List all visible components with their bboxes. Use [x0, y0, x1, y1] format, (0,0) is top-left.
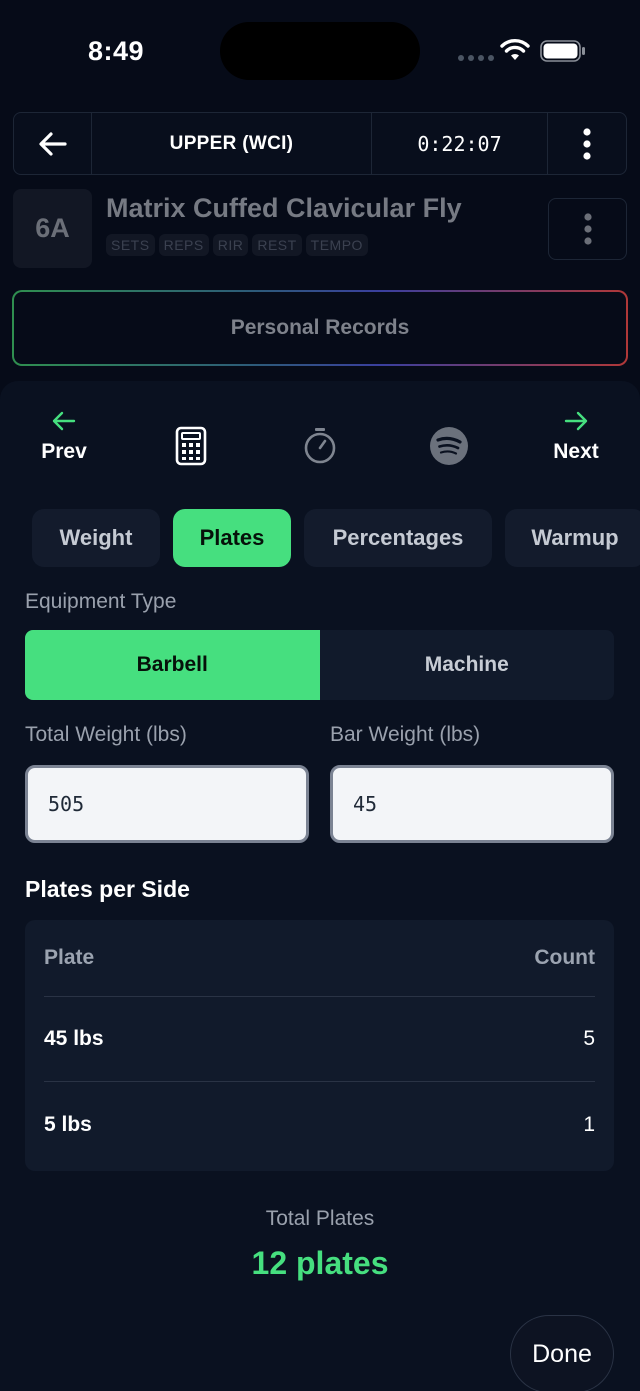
tag-rest: REST [252, 234, 302, 256]
workout-title: UPPER (WCI) [92, 113, 372, 174]
workout-header: UPPER (WCI) 0:22:07 [13, 112, 627, 175]
bar-weight-input[interactable] [330, 765, 614, 843]
exercise-badge: 6A [13, 189, 92, 268]
table-row: 5 lbs 1 [44, 1082, 595, 1167]
column-header-plate: Plate [44, 946, 95, 969]
prev-label: Prev [41, 440, 87, 463]
plate-count: 1 [583, 1112, 595, 1136]
workout-timer: 0:22:07 [372, 113, 548, 174]
exercise-name: Matrix Cuffed Clavicular Fly [106, 193, 462, 223]
total-plates-value: 12 plates [251, 1245, 389, 1281]
equipment-type-selector: Barbell Machine [25, 630, 614, 700]
plates-per-side-title: Plates per Side [25, 876, 190, 902]
table-header: Plate Count [44, 920, 595, 997]
tag-rir: RIR [212, 234, 249, 256]
equipment-option-machine[interactable]: Machine [320, 630, 615, 700]
arrow-left-icon [52, 411, 76, 431]
cellular-signal-icon [458, 55, 494, 61]
plate-weight: 5 lbs [44, 1112, 92, 1136]
more-vertical-icon [583, 213, 592, 245]
next-label: Next [553, 440, 599, 463]
more-vertical-icon [583, 127, 591, 160]
total-weight-input[interactable] [25, 765, 309, 843]
stopwatch-icon[interactable] [303, 427, 337, 465]
arrow-right-icon [564, 411, 588, 431]
bar-weight-label: Bar Weight (lbs) [330, 723, 481, 746]
status-bar: 8:49 [0, 0, 640, 100]
back-button[interactable] [14, 113, 92, 174]
tab-plates[interactable]: Plates [173, 509, 291, 567]
status-time: 8:49 [88, 36, 145, 66]
spotify-icon[interactable] [429, 426, 469, 466]
done-button[interactable]: Done [510, 1315, 614, 1391]
exercise-tags: SETS REPS RIR REST TEMPO [106, 234, 368, 256]
next-button[interactable]: Next [538, 410, 614, 464]
plates-table: Plate Count 45 lbs 5 5 lbs 1 [25, 920, 614, 1171]
exercise-menu-button[interactable] [548, 198, 627, 260]
plate-weight: 45 lbs [44, 1027, 104, 1050]
dynamic-island [220, 22, 420, 80]
tag-sets: SETS [106, 234, 155, 256]
calculator-icon[interactable] [173, 426, 209, 466]
tab-warmup[interactable]: Warmup [505, 509, 640, 567]
total-weight-label: Total Weight (lbs) [25, 723, 187, 746]
personal-records-label: Personal Records [14, 292, 626, 364]
prev-button[interactable]: Prev [26, 410, 102, 464]
calculator-tabs: Weight Plates Percentages Warmup [32, 509, 640, 567]
screen: 8:49 UPPER (WCI) 0:22:07 6A Matrix Cuffe… [0, 0, 640, 1391]
tag-tempo: TEMPO [305, 234, 368, 256]
equipment-type-label: Equipment Type [25, 590, 177, 613]
equipment-option-barbell[interactable]: Barbell [25, 630, 320, 700]
total-plates-label: Total Plates [265, 1207, 375, 1230]
header-menu-button[interactable] [548, 113, 626, 174]
wifi-icon [500, 39, 530, 60]
battery-icon [540, 40, 585, 62]
plate-count: 5 [583, 1027, 595, 1050]
tag-reps: REPS [158, 234, 209, 256]
personal-records-button[interactable]: Personal Records [12, 290, 628, 366]
table-row: 45 lbs 5 [44, 997, 595, 1082]
tab-percentages[interactable]: Percentages [304, 509, 492, 567]
arrow-left-icon [38, 131, 67, 156]
tab-weight[interactable]: Weight [32, 509, 160, 567]
column-header-count: Count [534, 946, 595, 969]
